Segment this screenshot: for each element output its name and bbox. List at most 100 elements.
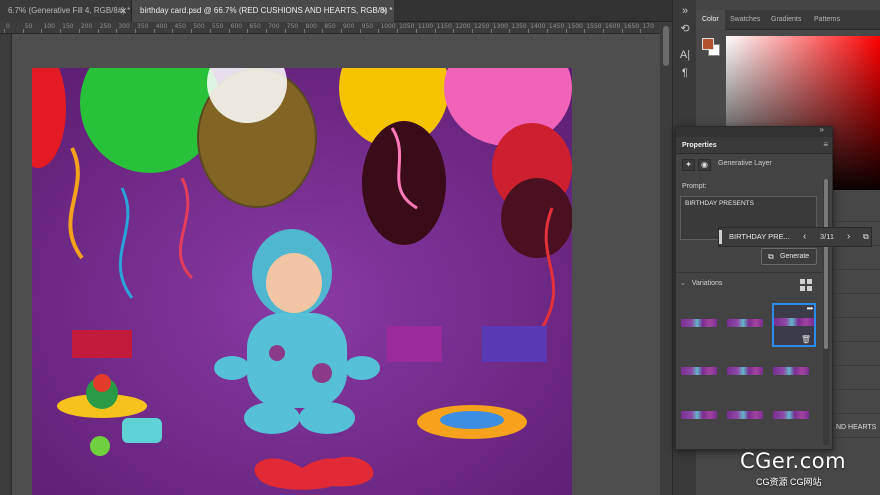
ruler-tick-label: 900	[342, 23, 355, 30]
collapse-icon[interactable]: »	[820, 125, 824, 134]
ruler-tick-mark	[546, 29, 548, 33]
external-link-icon: ⧉	[768, 252, 774, 261]
prompt-label: Prompt:	[682, 183, 707, 190]
ruler-tick-label: 1350	[511, 23, 527, 30]
document-tab-label: birthday card.psd @ 66.7% (RED CUSHIONS …	[140, 6, 393, 15]
variation-thumbnail[interactable]	[726, 353, 764, 389]
ruler-tick-label: 550	[211, 23, 224, 30]
character-icon[interactable]: A|	[677, 48, 693, 62]
ruler-tick-mark	[4, 29, 5, 33]
generate-label: Generate	[780, 253, 810, 260]
trash-icon[interactable]: 🗑	[801, 335, 811, 344]
ruler-tick-label: 700	[268, 23, 280, 30]
layer-type-label: Generative Layer	[718, 160, 772, 167]
canvas-workspace[interactable]	[12, 34, 660, 495]
document-tab-birthday-card[interactable]: birthday card.psd @ 66.7% (RED CUSHIONS …	[132, 0, 394, 22]
document-tab-generative-fill[interactable]: 6.7% (Generative Fill 4, RGB/8#) * ✕	[0, 0, 132, 22]
properties-scrollbar[interactable]	[823, 179, 829, 445]
scrollbar-thumb[interactable]	[824, 179, 828, 349]
birthday-scene-image	[32, 68, 572, 495]
ruler-tick-label: 1450	[548, 23, 565, 30]
layer-name[interactable]: ND HEARTS	[836, 424, 876, 431]
ruler-tick-mark	[41, 29, 43, 33]
ruler-tick-mark	[490, 29, 492, 33]
close-icon[interactable]: ✕	[119, 0, 127, 22]
variation-thumbnail[interactable]	[680, 353, 718, 389]
variation-thumbnail[interactable]	[680, 397, 718, 433]
ruler-tick-mark	[453, 29, 455, 33]
ruler-tick-label: 50	[24, 23, 33, 30]
variation-thumbnail[interactable]	[726, 397, 764, 433]
ruler-tick-mark	[60, 29, 62, 33]
ruler-tick-mark	[284, 29, 286, 33]
variation-thumbnail[interactable]	[726, 305, 764, 341]
ruler-tick-label: 1000	[380, 23, 396, 30]
chevron-left-icon[interactable]: ‹	[803, 228, 806, 246]
ruler-tick-label: 1300	[492, 23, 508, 30]
tab-swatches[interactable]: Swatches	[730, 10, 760, 30]
ruler-tick-label: 750	[286, 23, 299, 30]
ruler-tick-mark	[153, 29, 155, 33]
ruler-tick-mark	[303, 29, 305, 33]
mask-icon: ◉	[698, 159, 711, 171]
watermark-sub: CG资源 CG网站	[756, 477, 822, 487]
history-icon[interactable]: ⟲	[677, 22, 693, 36]
color-panel-tabs: Color Swatches Gradients Patterns	[696, 10, 880, 30]
more-options-icon[interactable]: •••	[807, 304, 813, 313]
generative-icon: ✦	[682, 159, 695, 171]
ruler-tick-label: 1100	[417, 23, 434, 30]
ruler-tick-mark	[565, 29, 567, 33]
ruler-tick-mark	[509, 29, 511, 33]
ruler-tick-mark	[322, 29, 324, 33]
grid-view-icon[interactable]	[800, 279, 812, 291]
ruler-tick-label: 1050	[399, 23, 415, 30]
ruler-tick-label: 1500	[567, 23, 583, 30]
ruler-tick-mark	[266, 29, 268, 33]
ruler-tick-mark	[97, 29, 99, 33]
ruler-tick-mark	[584, 29, 586, 33]
variation-thumbnail[interactable]	[772, 353, 810, 389]
ruler-tick-mark	[209, 29, 211, 33]
scrollbar-thumb[interactable]	[663, 26, 669, 66]
document-tab-bar: 6.7% (Generative Fill 4, RGB/8#) * ✕ bir…	[0, 0, 672, 22]
document-canvas[interactable]	[32, 68, 572, 495]
ruler-tick-label: 500	[193, 23, 205, 30]
ruler-tick-label: 450	[174, 23, 186, 30]
close-icon[interactable]: ✕	[380, 0, 388, 22]
ruler-tick-mark	[340, 29, 342, 33]
ruler-tick-mark	[397, 29, 399, 33]
external-link-icon[interactable]: ⧉	[863, 228, 869, 246]
canvas-vertical-scrollbar[interactable]	[660, 22, 672, 495]
tab-patterns[interactable]: Patterns	[814, 10, 840, 30]
ruler-tick-label: 850	[324, 23, 336, 30]
tab-gradients[interactable]: Gradients	[771, 10, 801, 30]
ruler-tick-label: 0	[6, 23, 10, 30]
variation-thumbnail[interactable]	[680, 305, 718, 341]
variations-header[interactable]: ⌄ Variations	[680, 279, 722, 287]
chevron-right-icon[interactable]: ›	[847, 228, 850, 246]
variation-thumbnail-selected[interactable]: ••• 🗑	[772, 303, 816, 347]
ruler-tick-label: 170	[642, 23, 654, 30]
paragraph-icon[interactable]: ¶	[677, 66, 693, 80]
pager-accent	[719, 230, 722, 244]
ruler-tick-label: 1650	[623, 23, 640, 30]
variation-thumbnail[interactable]	[772, 397, 810, 433]
ruler-tick-mark	[191, 29, 193, 33]
ruler-tick-label: 1150	[436, 23, 452, 30]
panel-menu-icon[interactable]: ≡	[823, 140, 828, 149]
vertical-ruler[interactable]	[0, 34, 12, 495]
watermark: CGer.com CG资源 CG网站	[736, 447, 876, 493]
properties-panel-header[interactable]: »	[676, 125, 832, 137]
variation-pager: BIRTHDAY PRE... ‹ 3/11 › ⧉	[718, 227, 872, 247]
foreground-color-swatch[interactable]	[702, 38, 714, 50]
tab-color[interactable]: Color	[696, 10, 725, 30]
properties-panel: » Properties ≡ ✦ ◉ Generative Layer Prom…	[675, 125, 833, 450]
watermark-main: CGer.com	[740, 449, 847, 473]
generate-button[interactable]: ⧉ Generate	[761, 248, 817, 265]
properties-title[interactable]: Properties	[682, 137, 717, 154]
ruler-tick-mark	[434, 29, 436, 33]
horizontal-ruler[interactable]: 0 50 100 150 200 250 300 350 400 450 500 550 600 650 7…	[0, 22, 660, 34]
prompt-chip[interactable]: BIRTHDAY PRE...	[729, 228, 790, 246]
collapse-icon[interactable]: »	[677, 4, 693, 18]
ruler-tick-mark	[135, 29, 137, 33]
